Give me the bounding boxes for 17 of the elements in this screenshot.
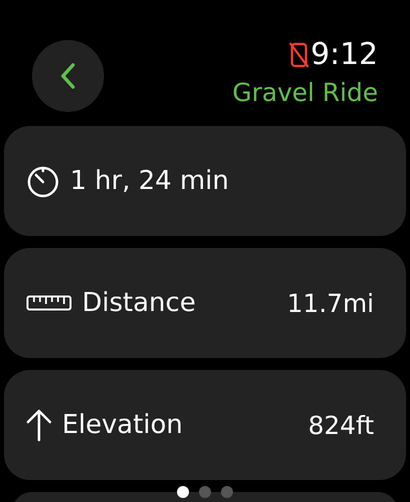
clock-time: 9:12 [310, 38, 378, 72]
metric-value: 824ft [308, 410, 374, 440]
timer-icon [26, 164, 60, 198]
page-dot[interactable] [221, 486, 233, 498]
workout-title: Gravel Ride [232, 78, 378, 108]
metric-card[interactable]: 1 hr, 24 min [4, 126, 406, 236]
ruler-icon [26, 295, 72, 311]
metric-label: Elevation [62, 410, 184, 440]
page-dot[interactable] [199, 486, 211, 498]
chevron-left-icon [61, 63, 75, 89]
metric-card[interactable]: Distance 11.7mi [4, 248, 406, 358]
page-dot[interactable] [177, 486, 189, 498]
metric-value: 11.7mi [287, 288, 374, 318]
metric-label: Distance [82, 288, 197, 318]
arrow-up-icon [26, 408, 52, 442]
duration-value: 1 hr, 24 min [70, 166, 229, 196]
metric-card[interactable]: Elevation 824ft [4, 370, 406, 480]
